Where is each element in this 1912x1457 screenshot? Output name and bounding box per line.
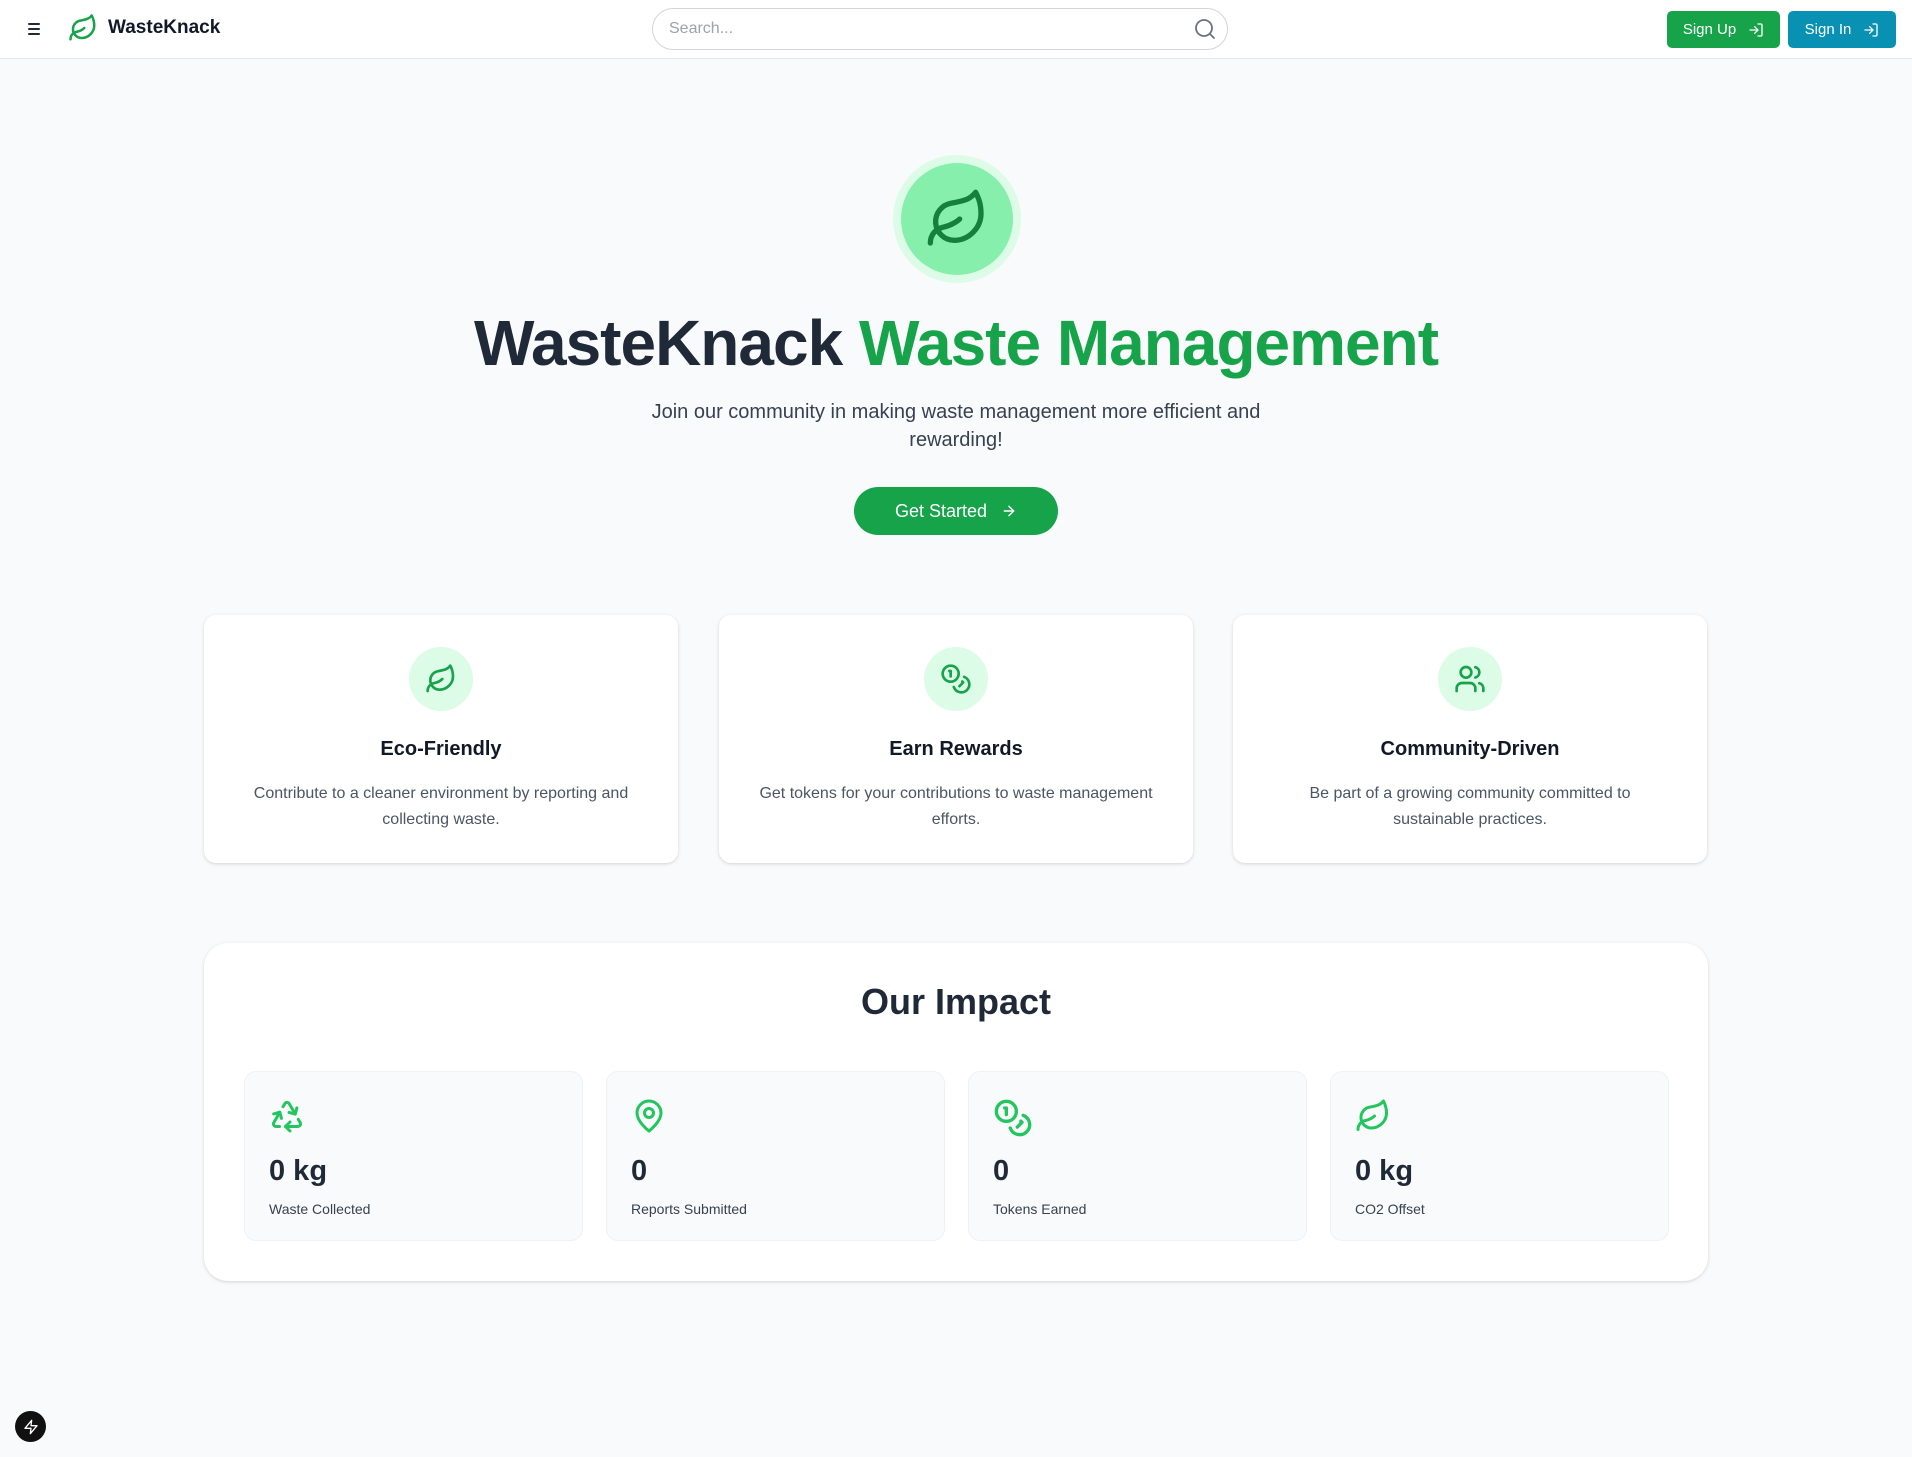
hero-logo: [893, 155, 1021, 283]
leaf-icon: [69, 14, 96, 41]
feature-title: Community-Driven: [1380, 738, 1560, 760]
feature-title: Eco-Friendly: [380, 738, 502, 760]
sign-up-button[interactable]: Sign Up: [1667, 11, 1780, 48]
search-input[interactable]: [669, 9, 1169, 49]
feature-description: Be part of a growing community committed…: [1309, 785, 1631, 828]
feature-card-eco-friendly: Eco-Friendly Contribute to a cleaner env…: [204, 615, 678, 863]
recycle-icon: [272, 1100, 302, 1133]
top-navbar: WasteKnack Sign Up Sign In: [0, 0, 1912, 59]
feature-description: Contribute to a cleaner environment by r…: [253, 785, 629, 828]
brand[interactable]: WasteKnack: [68, 13, 220, 43]
stat-label: Tokens Earned: [993, 1201, 1087, 1217]
stat-card-waste-collected: 0 kg Waste Collected: [244, 1071, 583, 1241]
sign-in-label: Sign In: [1804, 21, 1852, 38]
hero-title-accent: Waste Management: [858, 307, 1439, 379]
log-in-icon: [1749, 22, 1763, 37]
lightning-icon: [23, 1419, 38, 1434]
stat-value: 0 kg: [1355, 1155, 1414, 1187]
map-pin-icon: [635, 1099, 663, 1133]
impact-title: Our Impact: [860, 981, 1052, 1022]
stat-label: CO2 Offset: [1355, 1201, 1425, 1217]
brand-name: WasteKnack: [108, 17, 221, 38]
stat-card-reports-submitted: 0 Reports Submitted: [606, 1071, 945, 1241]
arrow-right-icon: [1003, 505, 1015, 517]
stat-label: Waste Collected: [269, 1201, 371, 1217]
get-started-label: Get Started: [894, 500, 988, 521]
dev-tools-button[interactable]: [15, 1411, 46, 1442]
stat-label: Reports Submitted: [631, 1201, 747, 1217]
impact-section: Our Impact 0 kg Waste Collected 0 Report…: [204, 943, 1708, 1281]
stat-value: 0 kg: [269, 1155, 328, 1187]
users-icon: [1455, 665, 1485, 693]
feature-card-earn-rewards: Earn Rewards Get tokens for your contrib…: [719, 615, 1193, 863]
leaf-icon: [1356, 1099, 1388, 1131]
coins-icon: [941, 664, 971, 694]
log-in-icon: [1864, 22, 1879, 37]
stat-card-co2-offset: 0 kg CO2 Offset: [1330, 1071, 1669, 1241]
feature-title: Earn Rewards: [889, 738, 1023, 760]
search-bar: [652, 8, 1228, 50]
hero-title-primary: WasteKnack: [473, 307, 843, 379]
hero-subtitle: Join our community in making waste manag…: [651, 401, 1261, 451]
leaf-icon: [927, 189, 984, 246]
stat-value: 0: [631, 1155, 648, 1187]
stat-card-tokens-earned: 0 Tokens Earned: [968, 1071, 1307, 1241]
stat-value: 0: [993, 1155, 1010, 1187]
leaf-icon: [426, 664, 455, 693]
feature-description: Get tokens for your contributions to was…: [759, 785, 1153, 828]
search-icon[interactable]: [1193, 17, 1217, 41]
get-started-button[interactable]: Get Started: [854, 487, 1058, 535]
menu-toggle-button[interactable]: [24, 18, 44, 40]
menu-icon: [28, 23, 40, 25]
coins-icon: [994, 1099, 1032, 1137]
sign-up-label: Sign Up: [1682, 21, 1737, 38]
sign-in-button[interactable]: Sign In: [1788, 11, 1896, 48]
hero-title: WasteKnack Waste Management: [0, 306, 1912, 380]
feature-card-community-driven: Community-Driven Be part of a growing co…: [1233, 615, 1707, 863]
